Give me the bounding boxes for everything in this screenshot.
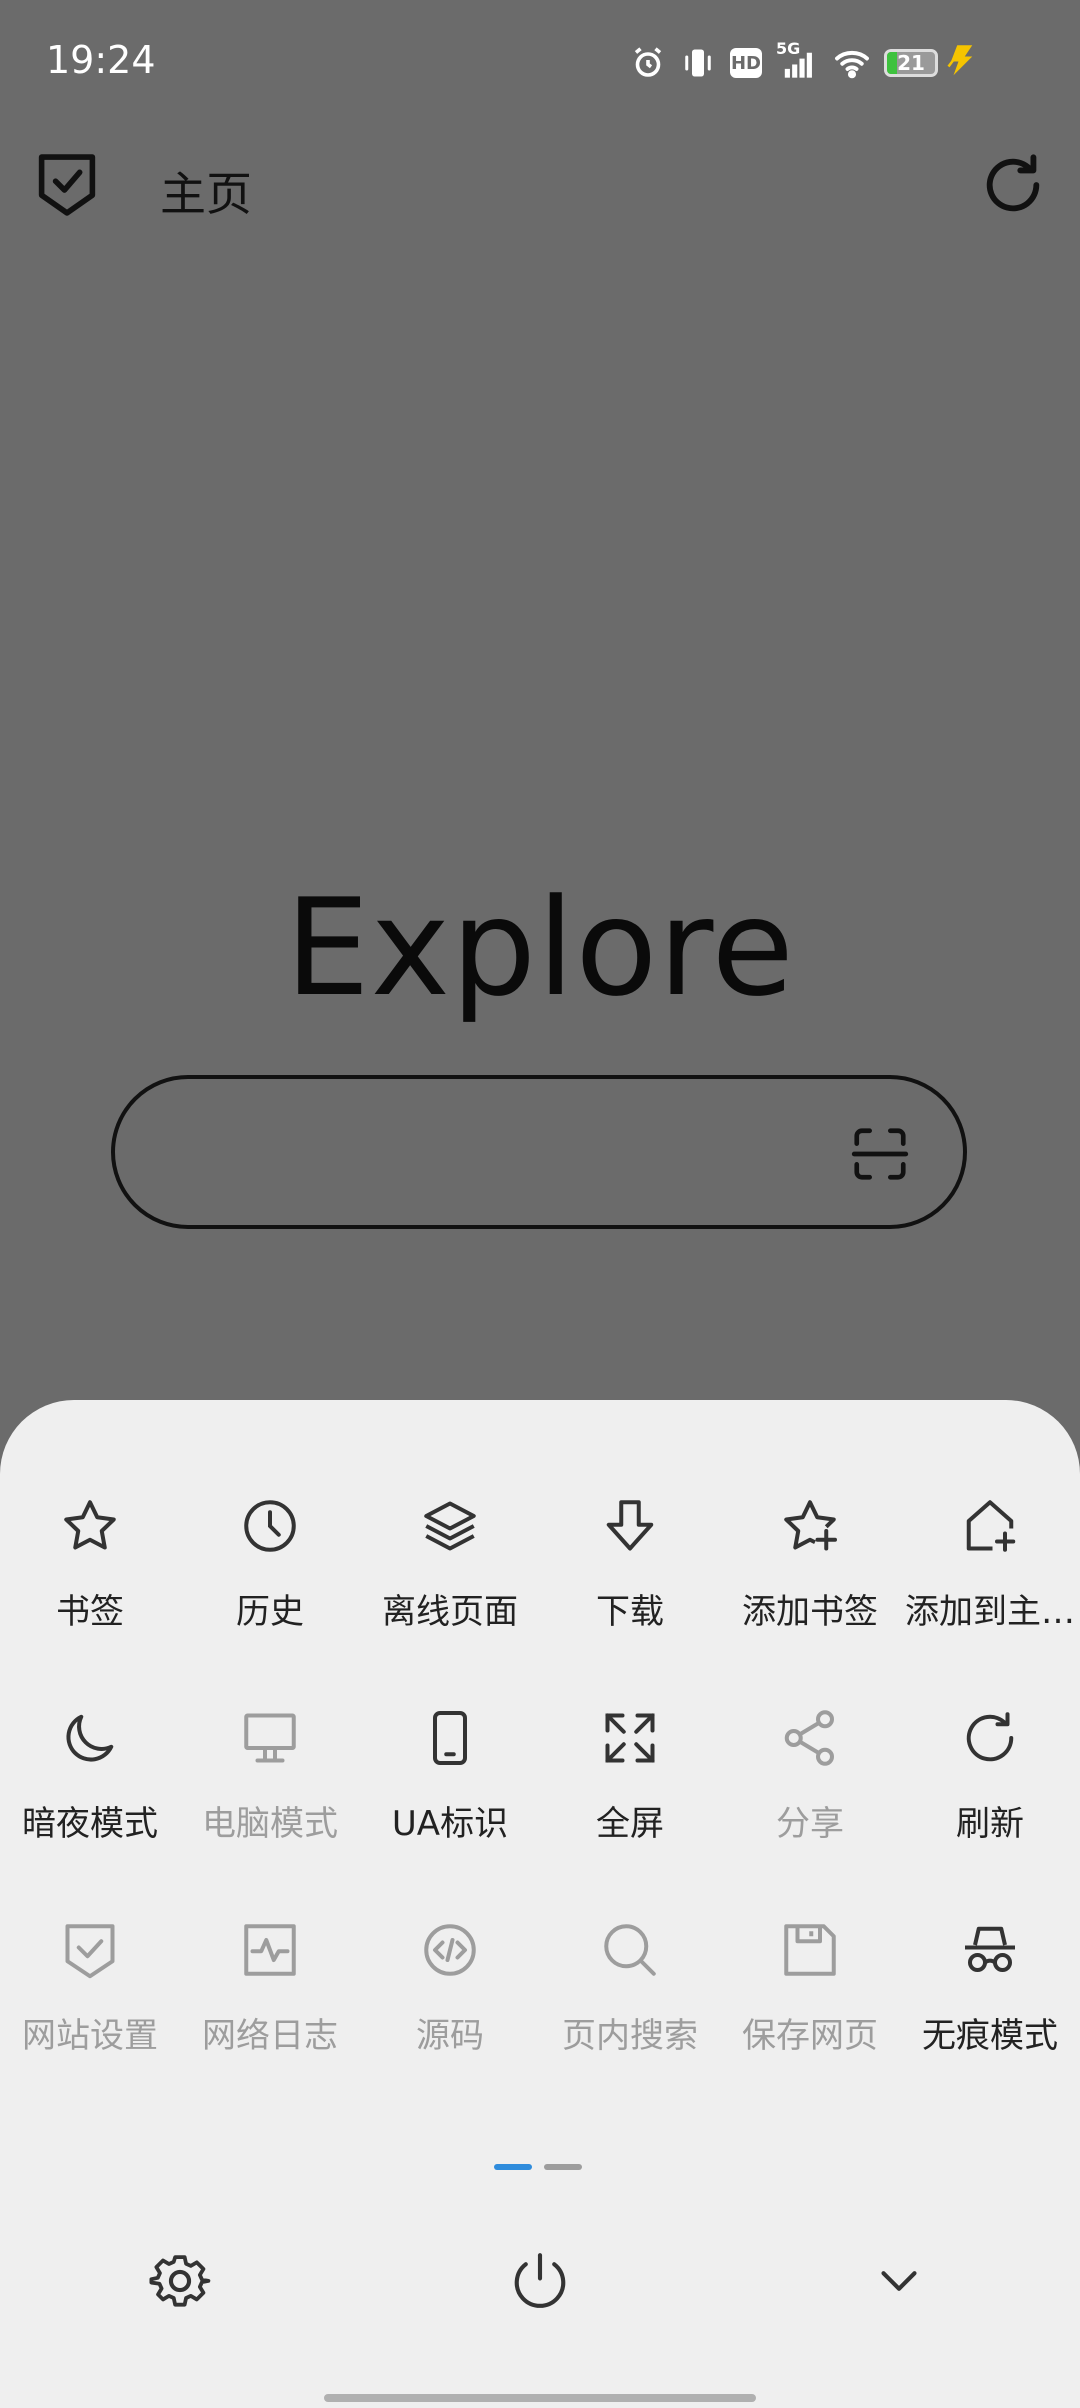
- chevron-down-icon[interactable]: [868, 2250, 930, 2312]
- refresh-icon[interactable]: [978, 150, 1048, 220]
- menu-item-add-bookmark[interactable]: 添加书签: [720, 1496, 900, 1646]
- menu-item-bookmarks[interactable]: 书签: [0, 1496, 180, 1646]
- home-indicator[interactable]: [324, 2394, 756, 2402]
- menu-item-label: 添加书签: [742, 1592, 878, 1632]
- menu-item-label: 下载: [596, 1592, 664, 1632]
- menu-item-source-code[interactable]: 源码: [360, 1920, 540, 2070]
- status-icons: HD 5G 21: [630, 39, 938, 86]
- menu-item-user-agent[interactable]: UA标识: [360, 1708, 540, 1858]
- download-icon: [600, 1496, 660, 1556]
- search-input[interactable]: [155, 1109, 839, 1199]
- gear-icon[interactable]: [149, 2250, 211, 2312]
- menu-item-fullscreen[interactable]: 全屏: [540, 1708, 720, 1858]
- app-header: 主页: [0, 126, 1080, 246]
- phone-icon: [420, 1708, 480, 1768]
- save-icon: [780, 1920, 840, 1980]
- menu-item-label: 刷新: [956, 1804, 1024, 1844]
- menu-item-label: 添加到主…: [905, 1592, 1075, 1632]
- menu-item-history[interactable]: 历史: [180, 1496, 360, 1646]
- battery-level: 21: [897, 51, 925, 75]
- star-icon: [60, 1496, 120, 1556]
- menu-row-3: 网站设置 网络日志 源码 页内搜索 保存网页 无痕模式: [0, 1920, 1080, 2070]
- search-bar[interactable]: [111, 1075, 967, 1229]
- menu-row-1: 书签 历史 离线页面 下载 添加书签 添加到主…: [0, 1496, 1080, 1646]
- moon-icon: [60, 1708, 120, 1768]
- wifi-icon: [834, 45, 870, 81]
- menu-item-label: 全屏: [596, 1804, 664, 1844]
- menu-item-offline-pages[interactable]: 离线页面: [360, 1496, 540, 1646]
- browser-page: 19:24 HD 5G 21 主页 Explore 书签 历史 离线页面 下载 …: [0, 0, 1080, 2408]
- page-dot-2[interactable]: [544, 2164, 582, 2170]
- refresh-icon: [960, 1708, 1020, 1768]
- menu-item-label: 离线页面: [382, 1592, 518, 1632]
- page-indicator: [494, 2164, 582, 2170]
- menu-item-label: 无痕模式: [922, 2016, 1058, 2056]
- shield-check-icon[interactable]: [36, 152, 98, 218]
- fullscreen-icon: [600, 1708, 660, 1768]
- status-bar: 19:24 HD 5G 21: [0, 0, 1080, 126]
- menu-item-save-page[interactable]: 保存网页: [720, 1920, 900, 2070]
- menu-item-desktop-mode[interactable]: 电脑模式: [180, 1708, 360, 1858]
- menu-item-label: 电脑模式: [202, 1804, 338, 1844]
- menu-item-share[interactable]: 分享: [720, 1708, 900, 1858]
- menu-item-label: 网站设置: [22, 2016, 158, 2056]
- code-icon: [420, 1920, 480, 1980]
- menu-item-add-to-home[interactable]: 添加到主…: [900, 1496, 1080, 1646]
- menu-item-label: 书签: [56, 1592, 124, 1632]
- charging-icon: [946, 44, 976, 78]
- menu-item-label: 源码: [416, 2016, 484, 2056]
- menu-item-refresh[interactable]: 刷新: [900, 1708, 1080, 1858]
- status-time: 19:24: [46, 38, 156, 82]
- menu-item-network-log[interactable]: 网络日志: [180, 1920, 360, 2070]
- hd-icon: HD: [730, 48, 762, 78]
- menu-item-label: 历史: [236, 1592, 304, 1632]
- menu-item-label: UA标识: [391, 1804, 509, 1844]
- shield-check-icon: [60, 1920, 120, 1980]
- layers-icon: [420, 1496, 480, 1556]
- incognito-icon: [960, 1920, 1020, 1980]
- menu-item-label: 保存网页: [742, 2016, 878, 2056]
- vibrate-icon: [680, 45, 716, 81]
- share-icon: [780, 1708, 840, 1768]
- menu-item-find-in-page[interactable]: 页内搜索: [540, 1920, 720, 2070]
- page-dot-1[interactable]: [494, 2164, 532, 2170]
- home-plus-icon: [960, 1496, 1020, 1556]
- power-icon[interactable]: [509, 2250, 571, 2312]
- battery-icon: 21: [884, 49, 938, 77]
- menu-item-dark-mode[interactable]: 暗夜模式: [0, 1708, 180, 1858]
- scan-icon[interactable]: [849, 1123, 911, 1185]
- menu-item-downloads[interactable]: 下载: [540, 1496, 720, 1646]
- pulse-icon: [240, 1920, 300, 1980]
- menu-item-incognito[interactable]: 无痕模式: [900, 1920, 1080, 2070]
- menu-item-label: 网络日志: [202, 2016, 338, 2056]
- star-plus-icon: [780, 1496, 840, 1556]
- menu-row-2: 暗夜模式 电脑模式 UA标识 全屏 分享 刷新: [0, 1708, 1080, 1858]
- page-title: 主页: [160, 167, 252, 221]
- menu-item-label: 暗夜模式: [22, 1804, 158, 1844]
- network-type: 5G: [776, 39, 801, 58]
- explore-logo: Explore: [285, 870, 795, 1026]
- menu-item-site-settings[interactable]: 网站设置: [0, 1920, 180, 2070]
- search-icon: [600, 1920, 660, 1980]
- monitor-icon: [240, 1708, 300, 1768]
- menu-item-label: 页内搜索: [562, 2016, 698, 2056]
- signal-icon: 5G: [776, 39, 820, 81]
- menu-item-label: 分享: [776, 1804, 844, 1844]
- alarm-icon: [630, 45, 666, 81]
- clock-icon: [240, 1496, 300, 1556]
